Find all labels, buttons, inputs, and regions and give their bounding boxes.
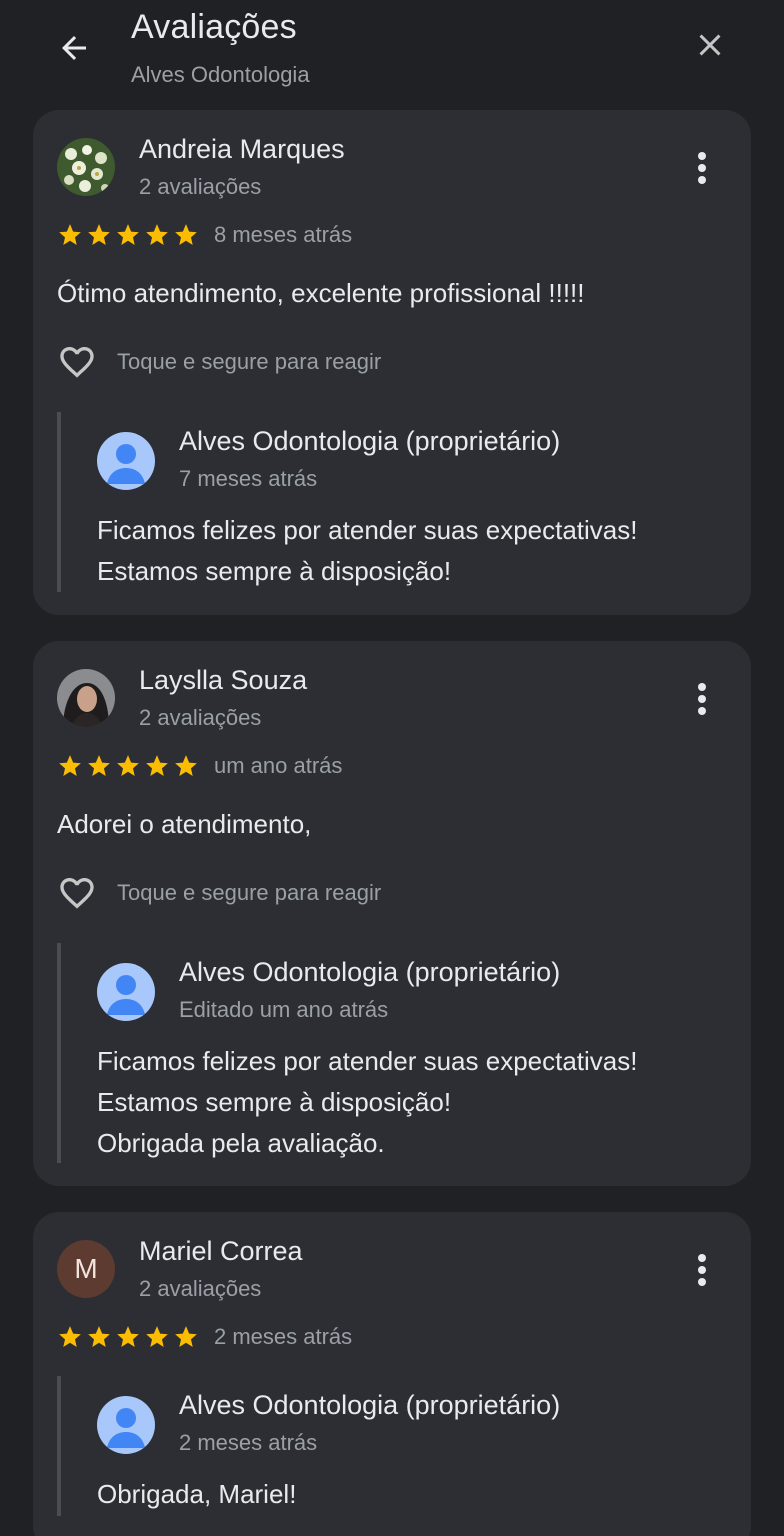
- owner-reply: Alves Odontologia (proprietário) Editado…: [57, 943, 717, 1163]
- react-button[interactable]: Toque e segure para reagir: [55, 873, 381, 913]
- owner-avatar: [97, 963, 155, 1021]
- arrow-left-icon: [62, 36, 86, 60]
- more-vert-icon: [698, 1254, 706, 1262]
- star-icon: [175, 1326, 197, 1347]
- heart-outline-icon: [60, 878, 94, 909]
- star-rating: um ano atrás: [57, 753, 342, 779]
- star-icon: [175, 224, 197, 245]
- star-icon: [175, 755, 197, 776]
- review-card: M Mariel Correa 2 avaliações 2 meses atr…: [33, 1212, 751, 1536]
- person-icon: [107, 975, 145, 1015]
- person-icon: [107, 1408, 145, 1448]
- reply-date: Editado um ano atrás: [179, 997, 389, 1022]
- avatar-initial: M: [74, 1253, 98, 1284]
- star-icon: [59, 1326, 81, 1347]
- star-rating: 2 meses atrás: [57, 1324, 352, 1350]
- stars: [57, 1324, 199, 1350]
- avatar[interactable]: M: [57, 1240, 115, 1298]
- star-icon: [88, 224, 110, 245]
- reviewer-review-count: 2 avaliações: [139, 705, 262, 730]
- star-icon: [117, 755, 139, 776]
- star-icon: [59, 755, 81, 776]
- review-text: Ótimo atendimento, excelente profissiona…: [57, 278, 585, 308]
- avatar[interactable]: [57, 138, 115, 196]
- reply-line: Obrigada pela avaliação.: [97, 1128, 385, 1158]
- reviewer-review-count: 2 avaliações: [139, 174, 262, 199]
- close-button[interactable]: [690, 25, 730, 65]
- owner-avatar: [97, 432, 155, 490]
- stars: [57, 753, 199, 779]
- owner-name: Alves Odontologia (proprietário): [179, 426, 561, 456]
- reply-text: Ficamos felizes por atender suas expecta…: [97, 510, 637, 592]
- review-text: Adorei o atendimento,: [57, 809, 312, 839]
- reply-date: 2 meses atrás: [179, 1430, 318, 1455]
- owner-name: Alves Odontologia (proprietário): [179, 957, 561, 987]
- top-app-bar: Avaliações Alves Odontologia: [0, 0, 784, 108]
- reply-text: Ficamos felizes por atender suas expecta…: [97, 1041, 637, 1164]
- react-label: Toque e segure para reagir: [117, 349, 382, 374]
- heart-outline-icon: [60, 347, 94, 378]
- star-icon: [59, 224, 81, 245]
- react-button[interactable]: Toque e segure para reagir: [55, 342, 381, 382]
- close-icon: [699, 34, 721, 56]
- more-options-button[interactable]: [688, 148, 716, 188]
- star-icon: [146, 1326, 168, 1347]
- react-label: Toque e segure para reagir: [117, 880, 382, 905]
- star-icon: [146, 224, 168, 245]
- star-icon: [146, 755, 168, 776]
- reply-line: Obrigada, Mariel!: [97, 1479, 297, 1509]
- reply-text: Obrigada, Mariel!: [97, 1474, 296, 1515]
- person-icon: [107, 444, 145, 484]
- more-vert-icon: [698, 683, 706, 691]
- reviewer-name[interactable]: Layslla Souza: [139, 665, 307, 696]
- reply-line: Estamos sempre à disposição!: [97, 1087, 452, 1117]
- more-options-button[interactable]: [688, 679, 716, 719]
- review-date: 8 meses atrás: [214, 222, 353, 247]
- review-card: Layslla Souza 2 avaliações um ano atrás …: [33, 641, 751, 1186]
- star-icon: [117, 1326, 139, 1347]
- owner-name: Alves Odontologia (proprietário): [179, 1390, 561, 1420]
- star-rating: 8 meses atrás: [57, 222, 352, 248]
- owner-avatar: [97, 1396, 155, 1454]
- reviewer-review-count: 2 avaliações: [139, 1276, 262, 1301]
- reviewer-name[interactable]: Andreia Marques: [139, 134, 345, 165]
- reply-date: 7 meses atrás: [179, 466, 318, 491]
- star-icon: [88, 1326, 110, 1347]
- owner-reply: Alves Odontologia (proprietário) 2 meses…: [57, 1376, 717, 1516]
- more-vert-icon: [698, 152, 706, 160]
- review-date: 2 meses atrás: [214, 1324, 353, 1349]
- more-options-button[interactable]: [688, 1250, 716, 1290]
- profile-photo-icon: [57, 669, 115, 727]
- stars: [57, 222, 199, 248]
- review-date: um ano atrás: [214, 753, 343, 778]
- star-icon: [88, 755, 110, 776]
- review-card: Andreia Marques 2 avaliações 8 meses atr…: [33, 110, 751, 615]
- reply-line: Ficamos felizes por atender suas expecta…: [97, 1046, 638, 1076]
- page-title: Avaliações: [131, 8, 297, 46]
- reply-line: Estamos sempre à disposição!: [97, 556, 452, 586]
- reply-line: Ficamos felizes por atender suas expecta…: [97, 515, 638, 545]
- owner-reply: Alves Odontologia (proprietário) 7 meses…: [57, 412, 717, 592]
- star-icon: [117, 224, 139, 245]
- back-button[interactable]: [54, 28, 94, 68]
- page-subtitle: Alves Odontologia: [131, 62, 310, 87]
- flowers-photo-icon: [57, 138, 115, 196]
- avatar[interactable]: [57, 669, 115, 727]
- reviewer-name[interactable]: Mariel Correa: [139, 1236, 303, 1267]
